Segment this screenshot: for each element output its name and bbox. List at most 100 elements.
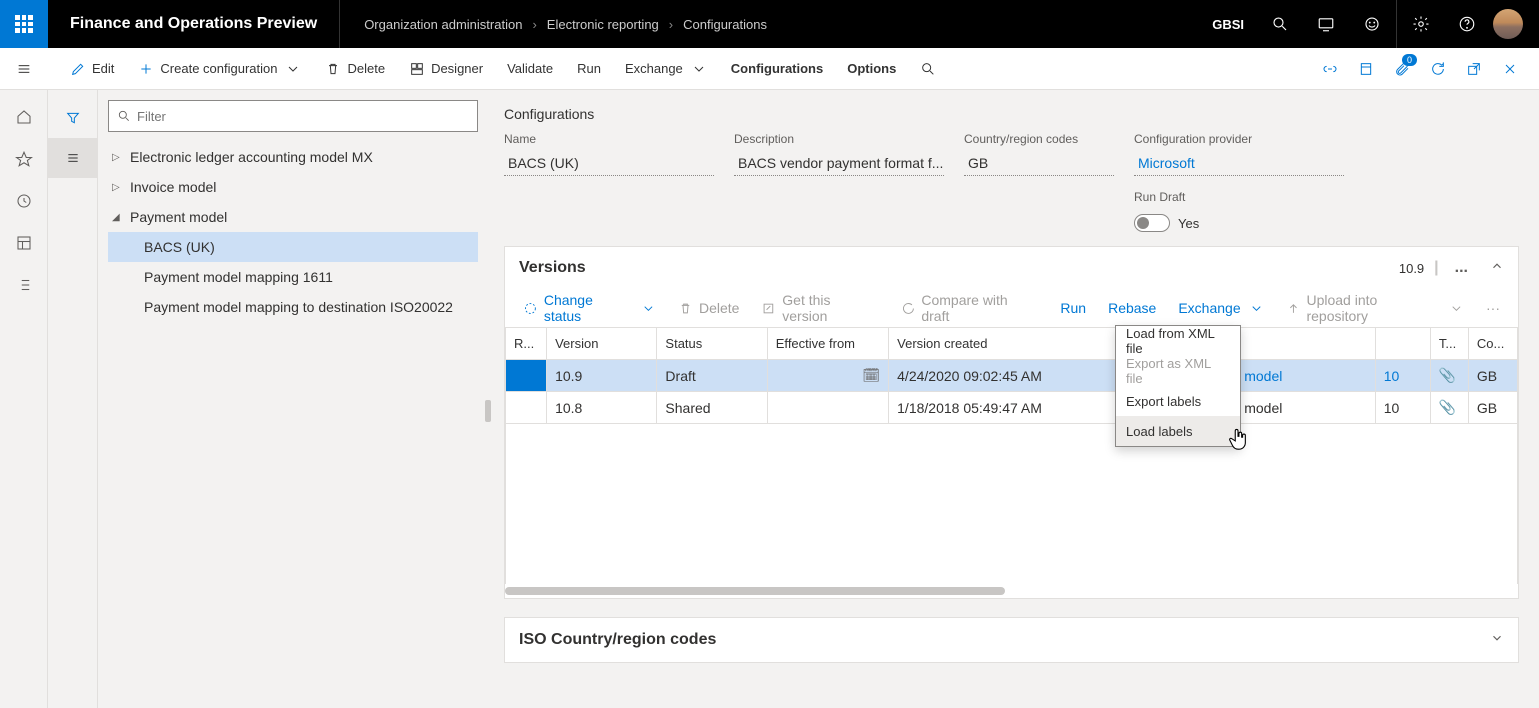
- export-labels[interactable]: Export labels: [1116, 386, 1240, 416]
- hamburger-icon[interactable]: [0, 48, 48, 90]
- link-icon[interactable]: [1313, 48, 1347, 90]
- change-status-button[interactable]: Change status: [513, 289, 666, 327]
- col-created[interactable]: Version created: [889, 328, 1121, 360]
- popout-icon[interactable]: [1457, 48, 1491, 90]
- horizontal-scrollbar[interactable]: [505, 584, 1518, 598]
- list-icon[interactable]: [48, 138, 98, 178]
- cell-co[interactable]: GB: [1468, 360, 1517, 392]
- settings-icon[interactable]: [1399, 0, 1443, 48]
- cell-created[interactable]: 1/18/2018 05:49:47 AM: [889, 392, 1121, 424]
- cell-attach[interactable]: 📎: [1430, 360, 1468, 392]
- app-launcher[interactable]: [0, 0, 48, 48]
- cell-basever[interactable]: 10: [1375, 360, 1430, 392]
- field-provider-value[interactable]: Microsoft: [1134, 150, 1344, 176]
- filter-input[interactable]: [137, 109, 469, 124]
- iso-card: ISO Country/region codes: [504, 617, 1519, 663]
- load-from-xml[interactable]: Load from XML file: [1116, 326, 1240, 356]
- help-icon[interactable]: [1445, 0, 1489, 48]
- expand-icon[interactable]: [1490, 631, 1504, 650]
- breadcrumb-item[interactable]: Configurations: [683, 17, 767, 32]
- tree-panel: ▷Electronic ledger accounting model MX ▷…: [48, 90, 488, 708]
- tree-node[interactable]: ◢ Payment model: [108, 202, 478, 232]
- configurations-button[interactable]: Configurations: [719, 48, 835, 90]
- get-version-button[interactable]: Get this version: [751, 289, 888, 327]
- cell-version[interactable]: 10.8: [547, 392, 657, 424]
- upload-repo-button[interactable]: Upload into repository: [1276, 289, 1474, 327]
- col-basever[interactable]: [1375, 328, 1430, 360]
- cell-created[interactable]: 4/24/2020 09:02:45 AM: [889, 360, 1121, 392]
- paperclip-icon[interactable]: 📎: [1439, 367, 1456, 383]
- search-icon[interactable]: [1258, 0, 1302, 48]
- table-row[interactable]: 10.9 Draft 🗓 4/24/2020 09:02:45 AM Payme…: [506, 360, 1518, 392]
- run-draft-toggle[interactable]: [1134, 214, 1170, 232]
- feedback-icon[interactable]: [1350, 0, 1394, 48]
- cell-basever[interactable]: 10: [1375, 392, 1430, 424]
- exchange-version-button[interactable]: Exchange: [1168, 289, 1273, 327]
- modules-icon[interactable]: [0, 264, 48, 306]
- expand-icon[interactable]: ▷: [112, 182, 122, 193]
- workspaces-icon[interactable]: [0, 222, 48, 264]
- tree-node[interactable]: ▷Electronic ledger accounting model MX: [108, 142, 478, 172]
- close-icon[interactable]: [1493, 48, 1527, 90]
- cell-effective[interactable]: [767, 392, 888, 424]
- delete-version-button[interactable]: Delete: [668, 289, 749, 327]
- waffle-icon: [15, 15, 33, 33]
- options-button[interactable]: Options: [835, 48, 908, 90]
- company-picker[interactable]: GBSI: [1200, 0, 1256, 48]
- refresh-icon[interactable]: [1421, 48, 1455, 90]
- attachments-icon[interactable]: 0: [1385, 48, 1419, 90]
- field-country-codes-value[interactable]: GB: [964, 150, 1114, 176]
- favorites-icon[interactable]: [0, 138, 48, 180]
- cell-status[interactable]: Draft: [657, 360, 767, 392]
- cell-status[interactable]: Shared: [657, 392, 767, 424]
- cell-effective[interactable]: 🗓: [767, 360, 888, 392]
- designer-button[interactable]: Designer: [397, 48, 495, 90]
- office-icon[interactable]: [1349, 48, 1383, 90]
- filter-input-wrap[interactable]: [108, 100, 478, 132]
- filter-funnel-icon[interactable]: [48, 98, 98, 138]
- run-version-button[interactable]: Run: [1050, 289, 1096, 327]
- tree-node[interactable]: Payment model mapping to destination ISO…: [108, 292, 478, 322]
- col-co[interactable]: Co...: [1468, 328, 1517, 360]
- screen-icon[interactable]: [1304, 0, 1348, 48]
- breadcrumb-item[interactable]: Organization administration: [364, 17, 522, 32]
- recent-icon[interactable]: [0, 180, 48, 222]
- tree-node[interactable]: ▷Invoice model: [108, 172, 478, 202]
- chevron-right-icon: ›: [532, 17, 536, 32]
- find-button[interactable]: [908, 48, 948, 90]
- cell-co[interactable]: GB: [1468, 392, 1517, 424]
- collapse-icon[interactable]: ◢: [112, 212, 122, 223]
- toolbar-more[interactable]: ···: [1476, 289, 1510, 327]
- table-row[interactable]: 10.8 Shared 1/18/2018 05:49:47 AM KB4 Pa…: [506, 392, 1518, 424]
- run-button[interactable]: Run: [565, 48, 613, 90]
- delete-button[interactable]: Delete: [313, 48, 397, 90]
- tree-node[interactable]: Payment model mapping 1611: [108, 262, 478, 292]
- validate-button[interactable]: Validate: [495, 48, 565, 90]
- exchange-dropdown: Load from XML file Export as XML file Ex…: [1115, 325, 1241, 447]
- col-t[interactable]: T...: [1430, 328, 1468, 360]
- expand-icon[interactable]: ▷: [112, 152, 122, 163]
- create-configuration-button[interactable]: Create configuration: [126, 48, 313, 90]
- col-r[interactable]: R...: [506, 328, 547, 360]
- cell-version[interactable]: 10.9: [547, 360, 657, 392]
- breadcrumb-item[interactable]: Electronic reporting: [547, 17, 659, 32]
- exchange-button[interactable]: Exchange: [613, 48, 719, 90]
- paperclip-icon[interactable]: 📎: [1439, 399, 1456, 415]
- load-labels[interactable]: Load labels: [1116, 416, 1240, 446]
- field-name-value[interactable]: BACS (UK): [504, 150, 714, 176]
- calendar-icon[interactable]: 🗓: [862, 367, 880, 384]
- field-description-value[interactable]: BACS vendor payment format f...: [734, 150, 944, 176]
- tree-label: Payment model: [130, 209, 227, 225]
- avatar[interactable]: [1493, 9, 1523, 39]
- compare-button[interactable]: Compare with draft: [891, 289, 1049, 327]
- edit-button[interactable]: Edit: [58, 48, 126, 90]
- tree-node-selected[interactable]: BACS (UK): [108, 232, 478, 262]
- collapse-icon[interactable]: [1484, 259, 1504, 278]
- cell-attach[interactable]: 📎: [1430, 392, 1468, 424]
- versions-more[interactable]: ...: [1449, 259, 1474, 277]
- home-icon[interactable]: [0, 96, 48, 138]
- col-effective[interactable]: Effective from: [767, 328, 888, 360]
- col-version[interactable]: Version: [547, 328, 657, 360]
- rebase-button[interactable]: Rebase: [1098, 289, 1166, 327]
- col-status[interactable]: Status: [657, 328, 767, 360]
